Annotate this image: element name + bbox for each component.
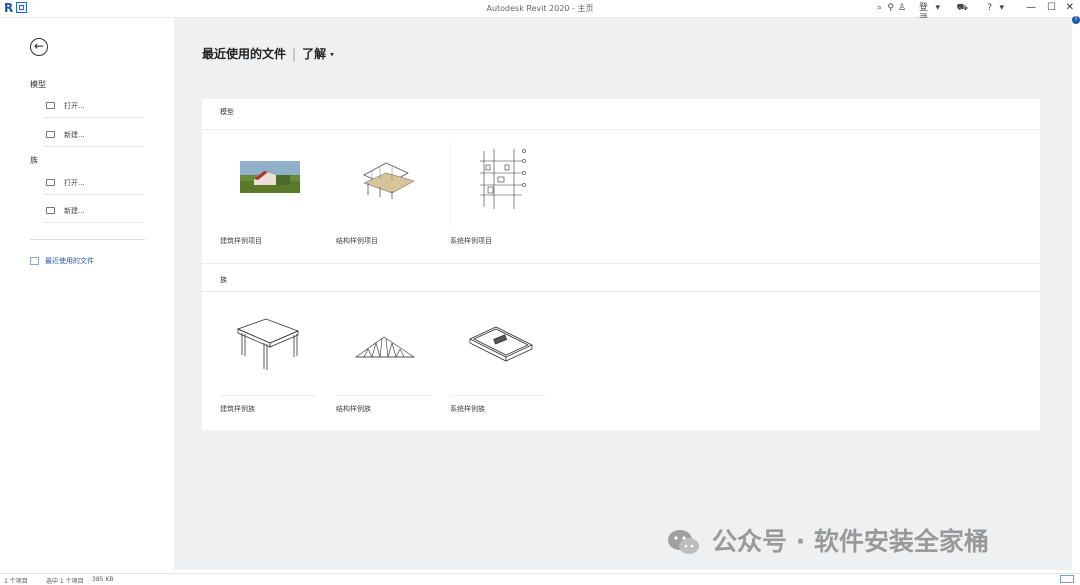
main-header: 最近使用的文件 | 了解 ▾ bbox=[202, 47, 334, 61]
chevron-down-icon[interactable]: ▾ bbox=[935, 3, 940, 14]
wechat-icon bbox=[668, 530, 699, 554]
models-section-title: 模型 bbox=[220, 108, 234, 116]
tile-label: 建筑样例项目 bbox=[220, 237, 262, 245]
table-family-thumbnail bbox=[236, 318, 300, 370]
watermark: 公众号 · 软件安装全家桶 bbox=[666, 522, 989, 558]
caret-down-icon: ▾ bbox=[330, 50, 334, 59]
close-button[interactable]: ✕ bbox=[1066, 2, 1074, 14]
new-folder-icon bbox=[46, 131, 55, 138]
model-section-label: 模型 bbox=[30, 80, 46, 89]
status-bar: 1 个项目 选中 1 个项目 385 KB bbox=[0, 573, 1080, 585]
system-project-thumbnail bbox=[450, 139, 526, 229]
tile-label: 结构样例族 bbox=[336, 405, 371, 413]
cart-icon[interactable]: ⛟ bbox=[957, 3, 968, 14]
recent-files-link[interactable]: 最近使用的文件 bbox=[30, 256, 94, 266]
sidebar: ← 模型 打开... 新建... 族 打开... 新建... 最近使用的文件 bbox=[0, 18, 174, 570]
sidebar-divider bbox=[30, 239, 145, 240]
model-new-item[interactable]: 新建... bbox=[44, 124, 144, 147]
user-icon[interactable]: ♙ bbox=[898, 3, 906, 14]
tile-label: 系统样例族 bbox=[450, 405, 485, 413]
tile-label: 系统样例项目 bbox=[450, 237, 492, 245]
minimize-button[interactable]: — bbox=[1026, 2, 1036, 14]
recent-files-panel: 模型 建筑样例项目 结构样例项目 系统样例项目 族 建筑样例族 结构样例族 系统… bbox=[202, 99, 1040, 430]
family-section-label: 族 bbox=[30, 156, 38, 165]
right-edge bbox=[1072, 18, 1080, 570]
learn-dropdown[interactable]: 了解 ▾ bbox=[302, 47, 334, 61]
page-title: 最近使用的文件 bbox=[202, 47, 287, 61]
back-button[interactable]: ← bbox=[30, 38, 48, 56]
panel-separator bbox=[202, 129, 1040, 130]
new-folder-icon bbox=[46, 207, 55, 214]
model-open-item[interactable]: 打开... bbox=[44, 95, 144, 118]
main-area: 最近使用的文件 | 了解 ▾ 模型 建筑样例项目 结构样例项目 系统样例项目 族… bbox=[174, 18, 1072, 570]
structure-project-thumbnail bbox=[363, 162, 415, 199]
status-size: 385 KB bbox=[92, 576, 114, 583]
tile-label: 建筑样例族 bbox=[220, 405, 255, 413]
help-badge-icon[interactable]: ? bbox=[1072, 16, 1080, 24]
binoculars-icon[interactable]: ⚲ bbox=[887, 3, 894, 14]
view-toggle-icon[interactable] bbox=[1060, 575, 1074, 583]
tile-label: 结构样例项目 bbox=[336, 237, 378, 245]
panel-separator bbox=[202, 263, 1040, 264]
tray-family-thumbnail bbox=[469, 326, 533, 362]
panel-separator bbox=[202, 291, 1040, 292]
search-icon[interactable]: ⌕ bbox=[877, 3, 882, 14]
family-open-item[interactable]: 打开... bbox=[44, 172, 144, 195]
architecture-project-thumbnail bbox=[240, 161, 300, 193]
families-section-title: 族 bbox=[220, 276, 227, 284]
help-dropdown-icon[interactable]: ▾ bbox=[999, 3, 1004, 14]
help-icon[interactable]: ? bbox=[987, 3, 992, 14]
family-new-item[interactable]: 新建... bbox=[44, 200, 144, 223]
recent-files-icon bbox=[30, 257, 39, 265]
open-folder-icon bbox=[46, 179, 55, 186]
open-folder-icon bbox=[46, 102, 55, 109]
maximize-button[interactable]: ☐ bbox=[1047, 2, 1056, 14]
title-bar: R Autodesk Revit 2020 - 主页 ⌕ ⚲ ♙ 登录 ▾ ⛟ … bbox=[0, 0, 1080, 24]
truss-family-thumbnail bbox=[354, 336, 416, 358]
